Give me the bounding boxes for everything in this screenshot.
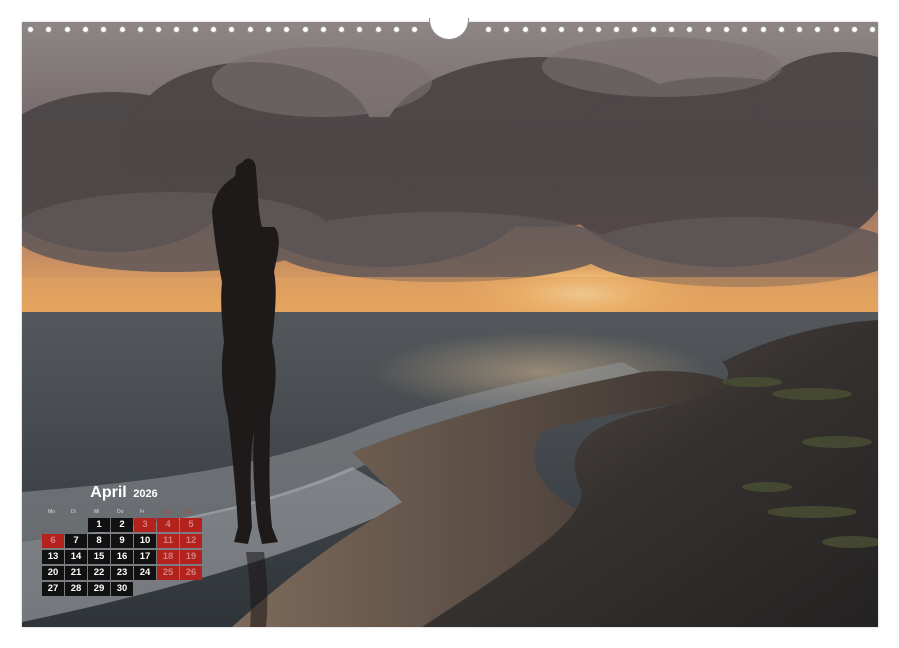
day-cell: 19 — [180, 550, 202, 564]
day-cell: 11 — [157, 534, 179, 548]
empty-day-cell — [42, 518, 64, 532]
month-calendar: April 2026 Mo Di Mi Do Fr Sa So 1 2 3 4 5 6 7 8 9 10 11 1… — [42, 484, 206, 598]
calendar-page: April 2026 Mo Di Mi Do Fr Sa So 1 2 3 4 5 6 7 8 9 10 11 1… — [0, 0, 899, 648]
day-cell: 30 — [111, 582, 133, 596]
day-cell: 5 — [180, 518, 202, 532]
binding-hole — [155, 26, 163, 33]
binding-hole — [81, 26, 89, 33]
binding-hole — [45, 26, 53, 33]
day-cell: 21 — [65, 566, 87, 580]
binding-hole — [191, 26, 199, 33]
day-cell: 14 — [65, 550, 87, 564]
day-cell: 15 — [88, 550, 110, 564]
day-cell: 6 — [42, 534, 64, 548]
month-year: 2026 — [133, 488, 158, 500]
empty-day-cell — [134, 582, 156, 596]
binding-hole — [118, 26, 126, 33]
binding-hole — [485, 26, 492, 33]
binding-hole — [777, 26, 785, 33]
binding-hole — [264, 26, 272, 33]
binding-hole — [631, 26, 639, 33]
binding-hole — [411, 26, 419, 33]
weekday-label: Mi — [94, 509, 100, 515]
day-cell: 26 — [180, 566, 202, 580]
binding-hole — [613, 26, 621, 33]
binding-hole — [319, 26, 327, 33]
day-cell: 7 — [65, 534, 87, 548]
weekday-label: Di — [71, 509, 76, 515]
binding-hole — [649, 26, 657, 33]
binding-hole — [686, 26, 694, 33]
day-cell: 9 — [111, 534, 133, 548]
empty-day-cell — [65, 518, 87, 532]
calendar-grid: 1 2 3 4 5 6 7 8 9 10 11 12 13 14 15 16 17 18 19 20 21 22 23 24 2… — [42, 518, 206, 597]
binding-hole — [100, 26, 108, 33]
binding-hole — [722, 26, 730, 33]
binding-hole — [814, 26, 822, 33]
binding-hole — [228, 26, 236, 33]
weekday-label: Mo — [48, 509, 55, 515]
empty-day-cell — [180, 582, 202, 596]
weekday-label: Do — [117, 509, 124, 515]
binding-hole — [301, 26, 309, 33]
day-cell: 8 — [88, 534, 110, 548]
day-cell: 12 — [180, 534, 202, 548]
week-row: 6 7 8 9 10 11 12 — [42, 534, 206, 549]
binding-hole — [851, 26, 858, 33]
weekday-header: Mo Di Mi Do Fr Sa So — [42, 506, 206, 518]
binding-hole — [374, 26, 382, 33]
day-cell: 24 — [134, 566, 156, 580]
binding-hole — [796, 26, 804, 33]
day-cell: 22 — [88, 566, 110, 580]
binding-hole — [210, 26, 217, 33]
binding-hole — [594, 26, 602, 33]
day-cell: 27 — [42, 582, 64, 596]
binding-hole — [338, 26, 346, 33]
day-cell: 28 — [65, 582, 87, 596]
day-cell: 29 — [88, 582, 110, 596]
day-cell: 17 — [134, 550, 156, 564]
binding-hole — [869, 26, 877, 33]
day-cell: 3 — [134, 518, 156, 532]
day-cell: 4 — [157, 518, 179, 532]
week-row: 13 14 15 16 17 18 19 — [42, 550, 206, 565]
binding-hole — [356, 26, 364, 33]
binding-hole — [393, 26, 400, 33]
day-cell: 20 — [42, 566, 64, 580]
day-cell: 23 — [111, 566, 133, 580]
binding-hole — [63, 26, 71, 33]
day-cell: 2 — [111, 518, 133, 532]
binding-hole — [136, 26, 144, 33]
binding-hole — [741, 26, 749, 33]
day-cell: 25 — [157, 566, 179, 580]
day-cell: 18 — [157, 550, 179, 564]
weekday-label: Sa — [163, 509, 170, 515]
month-name: April — [90, 484, 127, 501]
week-row: 27 28 29 30 — [42, 582, 206, 597]
month-title: April 2026 — [42, 484, 206, 504]
binding-hole — [283, 26, 291, 33]
binding-hole — [759, 26, 767, 33]
binding-hole — [521, 26, 529, 33]
binding-hole — [558, 26, 566, 33]
binding-hole — [539, 26, 547, 33]
binding-hole — [832, 26, 840, 33]
binding-hole — [704, 26, 712, 33]
day-cell: 13 — [42, 550, 64, 564]
binding-hole — [668, 26, 675, 33]
binding-hole — [173, 26, 181, 33]
week-row: 12345 — [42, 518, 206, 533]
binding-hole — [503, 26, 511, 33]
day-cell: 10 — [134, 534, 156, 548]
binding-hole — [246, 26, 254, 33]
binding-hole — [576, 26, 584, 33]
weekday-label: So — [186, 509, 193, 515]
day-cell: 16 — [111, 550, 133, 564]
day-cell: 1 — [88, 518, 110, 532]
empty-day-cell — [157, 582, 179, 596]
week-row: 20 21 22 23 24 25 26 — [42, 566, 206, 581]
weekday-label: Fr — [140, 509, 145, 515]
binding-hole — [27, 26, 34, 33]
